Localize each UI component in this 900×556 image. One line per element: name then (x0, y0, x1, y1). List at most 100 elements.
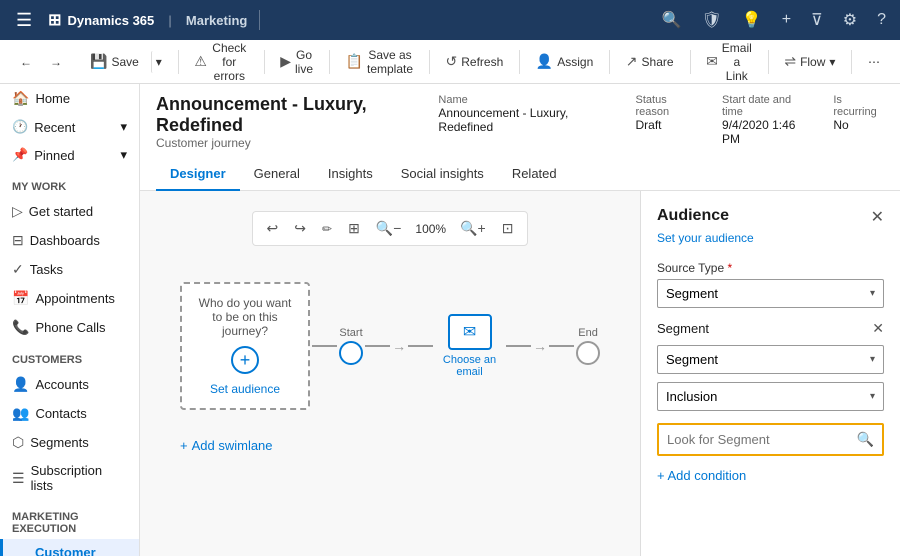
save-dropdown-button[interactable]: ▾ (151, 51, 170, 73)
add-swimlane-button[interactable]: + Add swimlane (160, 430, 620, 461)
sidebar-item-accounts[interactable]: 👤 Accounts (0, 370, 139, 399)
back-button[interactable]: ← (12, 51, 40, 73)
segment-select[interactable]: Segment ▾ (657, 345, 884, 374)
app-name: Dynamics 365 (68, 13, 155, 28)
sidebar-item-contacts[interactable]: 👥 Contacts (0, 399, 139, 428)
save-template-button[interactable]: 📋 Save as template (338, 44, 421, 80)
help-icon[interactable]: ? (871, 7, 892, 33)
start-label: Start (339, 327, 362, 339)
segment-label: Segment (657, 321, 709, 336)
meta-recurring-label: Is recurring (833, 94, 884, 118)
arrow-icon: → (392, 338, 406, 354)
segment-search-input[interactable] (667, 432, 857, 447)
tab-related[interactable]: Related (498, 158, 571, 191)
pinned-icon: 📌 (12, 147, 28, 163)
tab-insights[interactable]: Insights (314, 158, 387, 191)
email-step: ✉ Choose an email (435, 314, 504, 378)
template-icon: 📋 (346, 53, 363, 70)
end-node (576, 341, 600, 365)
check-errors-button[interactable]: ⚠ Check for errors (186, 37, 255, 87)
share-button[interactable]: ↗ Share (618, 49, 682, 74)
save-icon: 💾 (90, 53, 107, 70)
sidebar-item-dashboards[interactable]: ⊟ Dashboards (0, 226, 139, 255)
record-meta: Name Announcement - Luxury, Redefined St… (438, 94, 884, 146)
segment-chevron-icon: ▾ (870, 354, 875, 365)
sidebar-item-segments[interactable]: ⬡ Segments (0, 428, 139, 457)
undo-icon[interactable]: ↩ (261, 216, 285, 241)
filter-icon[interactable]: ⊽ (805, 6, 829, 34)
inclusion-select[interactable]: Inclusion ▾ (657, 382, 884, 411)
panel-close-button[interactable]: ✕ (871, 207, 884, 227)
assign-button[interactable]: 👤 Assign (528, 49, 601, 74)
flow-button[interactable]: ⇌ Flow ▾ (776, 49, 843, 74)
flow-connectors: Start → ✉ C (310, 314, 600, 378)
refresh-icon: ↺ (446, 53, 458, 70)
source-type-select[interactable]: Segment ▾ (657, 279, 884, 308)
sidebar-item-pinned[interactable]: 📌 Pinned ▾ (0, 141, 139, 169)
sidebar-item-appointments[interactable]: 📅 Appointments (0, 284, 139, 313)
check-icon: ⚠ (194, 53, 207, 70)
hamburger-menu[interactable]: ☰ (8, 6, 40, 35)
email-icon: ✉ (706, 53, 718, 70)
main-layout: 🏠 Home 🕐 Recent ▾ 📌 Pinned ▾ My Work ▷ G… (0, 84, 900, 556)
command-toolbar: ← → 💾 Save ▾ ⚠ Check for errors ▶ Go liv… (0, 40, 900, 84)
journey-diagram: Who do you want to be on this journey? +… (160, 262, 620, 430)
source-type-value: Segment (666, 286, 718, 301)
tab-designer[interactable]: Designer (156, 158, 240, 191)
segment-close-button[interactable]: ✕ (872, 320, 884, 337)
subscription-icon: ☰ (12, 470, 25, 487)
pinned-chevron-icon: ▾ (120, 147, 127, 163)
content-area: Announcement - Luxury, Redefined Custome… (140, 84, 900, 556)
tab-general[interactable]: General (240, 158, 314, 191)
add-icon[interactable]: + (776, 7, 797, 33)
add-audience-button[interactable]: + (231, 346, 259, 374)
lightbulb-icon[interactable]: 💡 (736, 6, 768, 34)
get-started-icon: ▷ (12, 203, 23, 220)
tab-social-insights[interactable]: Social insights (387, 158, 498, 191)
sidebar-item-get-started[interactable]: ▷ Get started (0, 197, 139, 226)
meta-date-value: 9/4/2020 1:46 PM (722, 118, 809, 146)
forward-icon: → (50, 55, 62, 69)
record-header: Announcement - Luxury, Redefined Custome… (140, 84, 900, 191)
settings-icon[interactable]: ⚙ (837, 6, 863, 34)
phone-calls-icon: 📞 (12, 319, 29, 336)
save-button[interactable]: 💾 Save (82, 49, 147, 74)
sidebar-item-phone-calls[interactable]: 📞 Phone Calls (0, 313, 139, 342)
search-icon[interactable]: 🔍 (857, 431, 874, 448)
go-live-button[interactable]: ▶ Go live (272, 44, 321, 80)
redo-icon[interactable]: ↪ (288, 216, 312, 241)
search-icon[interactable]: 🔍 (656, 6, 688, 34)
zoom-out-icon[interactable]: 🔍− (370, 216, 408, 241)
meta-name-value: Announcement - Luxury, Redefined (438, 106, 611, 134)
meta-status-value: Draft (636, 118, 699, 132)
sidebar-item-tasks[interactable]: ✓ Tasks (0, 255, 139, 284)
marketing-execution-section-header: Marketing execution (0, 499, 139, 539)
add-condition-link[interactable]: + Add condition (657, 468, 884, 483)
zoom-in-icon[interactable]: 🔍+ (454, 216, 492, 241)
refresh-button[interactable]: ↺ Refresh (438, 49, 512, 74)
segment-search-field[interactable]: 🔍 (657, 423, 884, 456)
edit-tool-icon[interactable]: ✏ (316, 218, 338, 240)
set-audience-link[interactable]: Set audience (210, 382, 280, 396)
grid-icon[interactable]: ⊞ (342, 216, 366, 241)
email-node[interactable]: ✉ (448, 314, 492, 350)
segment-value: Segment (666, 352, 718, 367)
email-link-button[interactable]: ✉ Email a Link (698, 37, 760, 87)
sidebar-item-customer-journeys[interactable]: ↔ Customer journeys (0, 539, 139, 556)
shield-icon[interactable]: 🛡 (695, 6, 727, 34)
tabs: Designer General Insights Social insight… (156, 158, 884, 190)
start-node (339, 341, 363, 365)
panel-subtitle[interactable]: Set your audience (657, 231, 884, 245)
choose-email-label[interactable]: Choose an email (435, 354, 504, 378)
tasks-icon: ✓ (12, 261, 24, 278)
fit-icon[interactable]: ⊡ (496, 216, 520, 241)
recent-chevron-icon: ▾ (120, 119, 127, 135)
sidebar-item-recent[interactable]: 🕐 Recent ▾ (0, 113, 139, 141)
appointments-icon: 📅 (12, 290, 29, 307)
sidebar-item-subscription-lists[interactable]: ☰ Subscription lists (0, 457, 139, 499)
forward-button[interactable]: → (42, 51, 70, 73)
more-options-button[interactable]: ⋯ (860, 51, 888, 73)
sidebar-item-home[interactable]: 🏠 Home (0, 84, 139, 113)
back-icon: ← (20, 55, 32, 69)
meta-recurring-value: No (833, 118, 884, 132)
